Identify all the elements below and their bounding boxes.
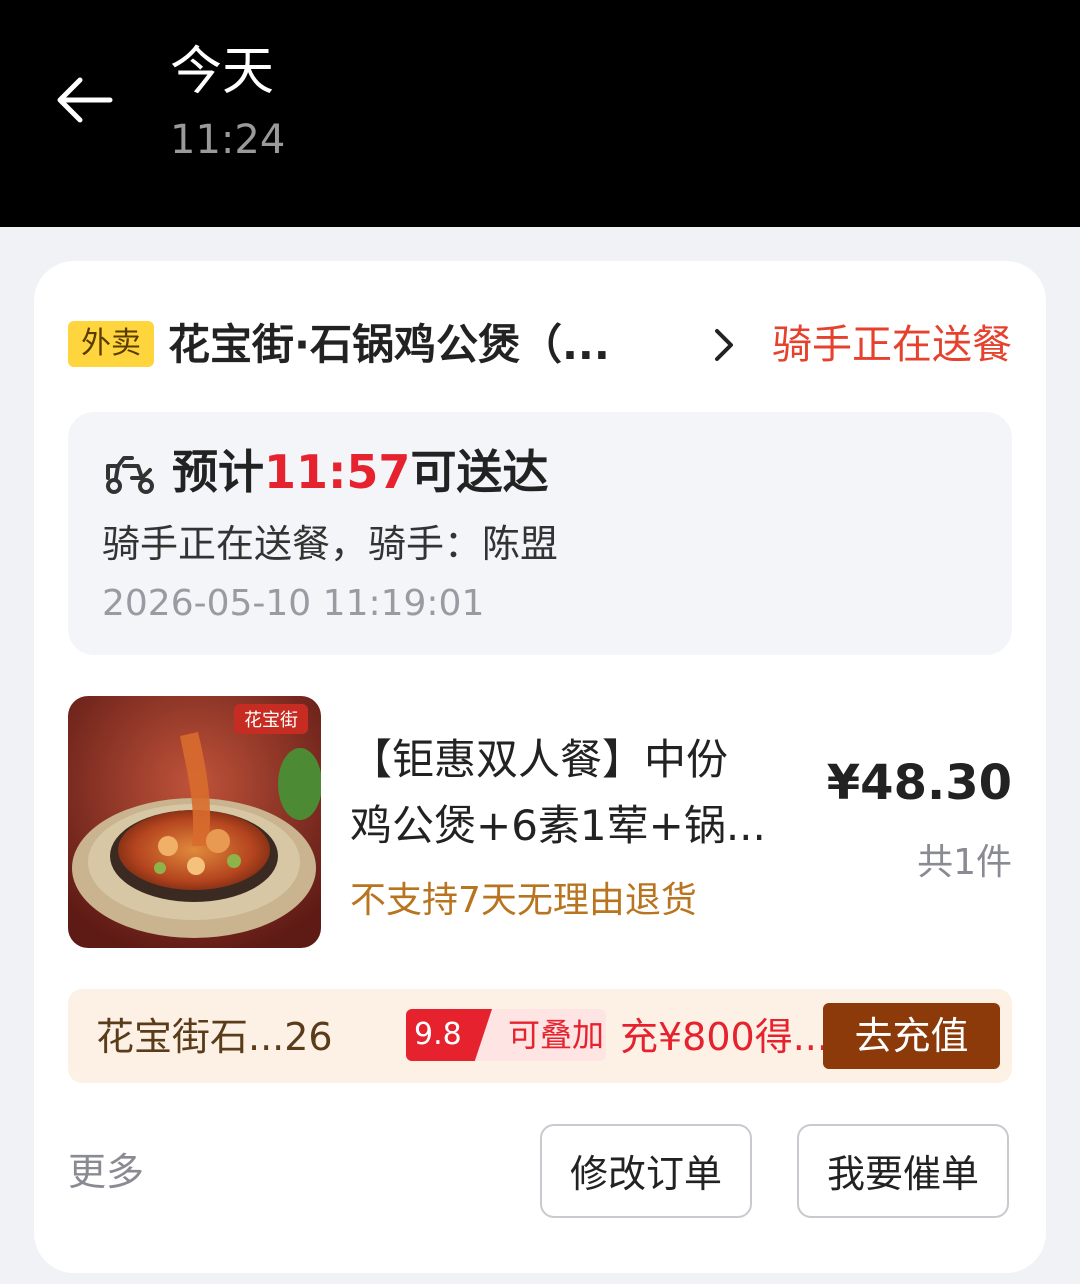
- product-name-line1: 【钜惠双人餐】中份: [350, 735, 729, 784]
- discount-value: 9.8: [406, 1009, 492, 1061]
- delivery-info: 预计11:57可送达 骑手正在送餐，骑手：陈盟 2026-05-10 11:19…: [68, 412, 1012, 655]
- promo-offer: 充¥800得...: [620, 1015, 829, 1059]
- order-card[interactable]: 外卖 花宝街·石锅鸡公煲（... 骑手正在送餐 预计11:57可送达 骑手正在送…: [34, 261, 1046, 1273]
- chevron-right-icon[interactable]: [704, 325, 744, 365]
- more-link[interactable]: 更多: [68, 1144, 144, 1200]
- order-price: ¥48.30: [826, 755, 1012, 811]
- product-name-line2: 鸡公煲+6素1荤+锅...: [350, 801, 766, 850]
- chat-title: 今天: [170, 42, 275, 102]
- product-image-logo: 花宝街: [244, 710, 298, 731]
- status-timestamp: 2026-05-10 11:19:01: [102, 583, 485, 624]
- item-quantity: 共1件: [917, 842, 1012, 883]
- modify-order-button[interactable]: 修改订单: [540, 1124, 752, 1218]
- eta-prefix: 预计: [172, 445, 264, 499]
- product-name[interactable]: 【钜惠双人餐】中份 鸡公煲+6素1荤+锅...: [350, 727, 800, 859]
- eta-time: 11:57: [264, 445, 411, 499]
- eta-line: 预计11:57可送达: [172, 440, 548, 504]
- discount-badge: 9.8 可叠加: [406, 1009, 606, 1061]
- back-arrow-icon[interactable]: [52, 72, 116, 128]
- shop-name[interactable]: 花宝街·石锅鸡公煲（...: [168, 317, 658, 373]
- scooter-icon: [106, 456, 154, 494]
- eta-suffix: 可送达: [410, 445, 549, 499]
- stackable-label: 可叠加: [508, 1016, 605, 1054]
- rider-info: 骑手正在送餐，骑手：陈盟: [102, 522, 559, 566]
- promo-bar[interactable]: 花宝街石...26 9.8 可叠加 充¥800得... 去充值: [68, 989, 1012, 1083]
- order-status: 骑手正在送餐: [772, 322, 1012, 368]
- order-type-badge: 外卖: [68, 321, 154, 367]
- return-policy: 不支持7天无理由退货: [350, 880, 697, 921]
- promo-shop: 花宝街石...26: [96, 1015, 333, 1059]
- urge-order-button[interactable]: 我要催单: [797, 1124, 1009, 1218]
- order-header: 外卖 花宝街·石锅鸡公煲（... 骑手正在送餐: [68, 317, 1012, 373]
- top-bar: 今天 11:24: [0, 0, 1080, 227]
- message-time: 11:24: [170, 117, 286, 163]
- recharge-button[interactable]: 去充值: [823, 1003, 1000, 1069]
- product-image[interactable]: 花宝街: [68, 696, 321, 948]
